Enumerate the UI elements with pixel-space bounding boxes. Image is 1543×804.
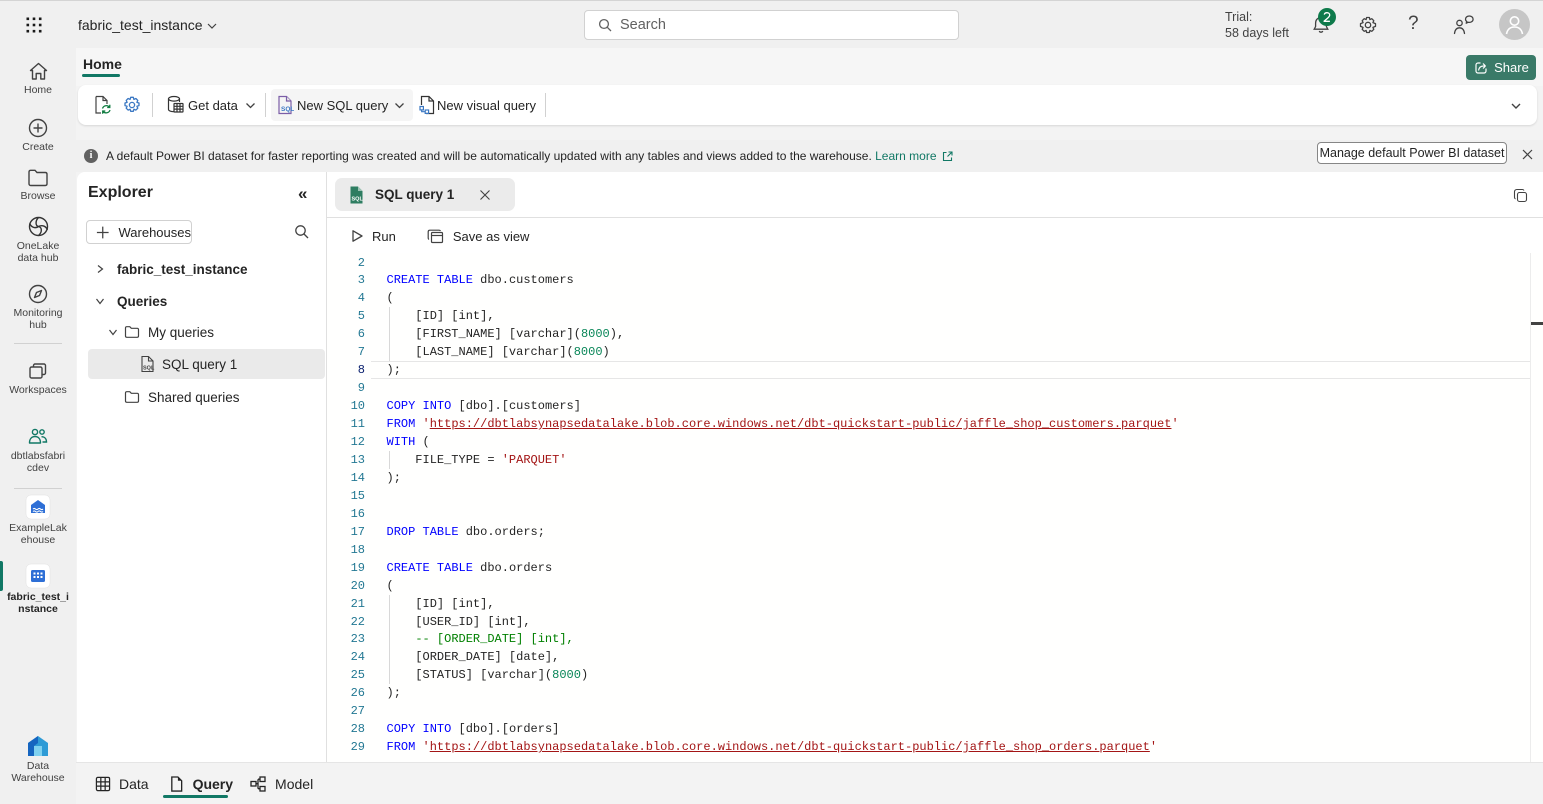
svg-text:SQL: SQL [143,366,155,372]
svg-text:SQL: SQL [352,196,364,202]
svg-text:SQL: SQL [281,106,294,113]
